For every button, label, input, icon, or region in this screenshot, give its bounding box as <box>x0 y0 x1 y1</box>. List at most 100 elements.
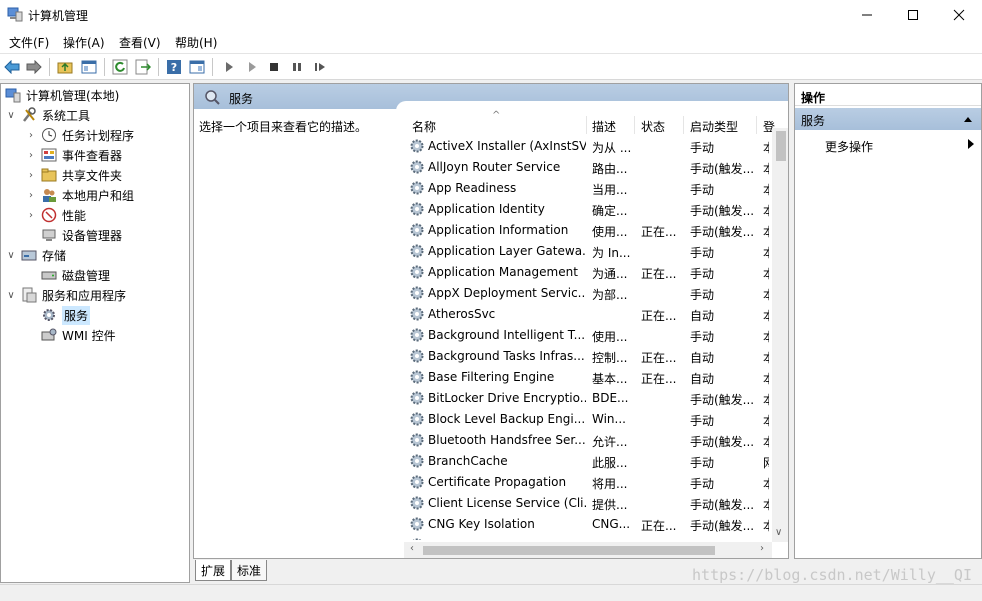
service-logon-as: 本 <box>763 328 769 345</box>
service-gear-icon <box>412 538 422 540</box>
service-row[interactable]: Client License Service (Cli... 提供... 手动(触发… <box>407 493 769 514</box>
stop-service-button[interactable] <box>265 58 283 76</box>
scroll-left-icon[interactable]: ‹ <box>410 543 414 554</box>
actions-section-services[interactable]: 服务 <box>795 108 981 130</box>
action-pane-icon <box>189 60 205 74</box>
horizontal-scroll-thumb[interactable] <box>423 546 715 555</box>
tree-item-task-scheduler[interactable]: › 任务计划程序 <box>25 125 134 145</box>
tab-standard[interactable]: 标准 <box>231 560 267 581</box>
vertical-scrollbar[interactable] <box>772 128 788 542</box>
chevron-right-icon[interactable]: › <box>25 129 37 141</box>
service-row[interactable]: Certificate Propagation 将用... 手动 本 <box>407 472 769 493</box>
chevron-down-icon[interactable]: ∨ <box>5 109 17 121</box>
service-row[interactable]: BitLocker Drive Encryptio... BDE... 手动(触发.… <box>407 388 769 409</box>
more-actions-item[interactable]: 更多操作 <box>825 138 873 155</box>
column-divider[interactable] <box>683 116 684 134</box>
menu-view[interactable]: 查看(V) <box>119 34 161 51</box>
play-icon <box>226 62 233 72</box>
menu-action[interactable]: 操作(A) <box>63 34 105 51</box>
close-button[interactable] <box>936 0 982 30</box>
tree-item-shared-folders[interactable]: › 共享文件夹 <box>25 165 122 185</box>
stop-icon <box>270 63 278 71</box>
up-level-button[interactable] <box>56 58 74 76</box>
service-name: BitLocker Drive Encryptio... <box>428 391 586 405</box>
tree-item-local-users[interactable]: › 本地用户和组 <box>25 185 134 205</box>
service-row[interactable]: Application Layer Gatewa... 为 In... 手动 本 <box>407 241 769 262</box>
service-row[interactable]: COM+ Event System 支持... 正在... 自动 本 <box>407 535 769 540</box>
service-row[interactable]: AtherosSvc 正在... 自动 本 <box>407 304 769 325</box>
start-paused-button[interactable] <box>243 58 261 76</box>
service-row[interactable]: Application Management 为通... 正在... 手动 本 <box>407 262 769 283</box>
tab-extended[interactable]: 扩展 <box>195 560 231 581</box>
help-button[interactable]: ? <box>165 58 183 76</box>
pause-service-button[interactable] <box>288 58 306 76</box>
service-description: CNG... <box>592 517 631 531</box>
menu-help[interactable]: 帮助(H) <box>175 34 217 51</box>
services-apps-icon <box>22 287 37 303</box>
scroll-right-icon[interactable]: › <box>760 543 764 554</box>
maximize-button[interactable] <box>890 0 936 30</box>
tree-item-wmi[interactable]: WMI 控件 <box>41 325 116 345</box>
tree-item-services[interactable]: 服务 <box>41 305 91 325</box>
show-hide-tree-button[interactable] <box>80 58 98 76</box>
service-row[interactable]: Bluetooth Handsfree Ser... 允许... 手动(触发... 本 <box>407 430 769 451</box>
services-pane: 服务 选择一个项目来查看它的描述。 ^ 名称 描述 状态 启动类型 登 Acti… <box>193 83 789 559</box>
service-logon-as: 本 <box>763 517 769 534</box>
chevron-right-icon[interactable]: › <box>25 189 37 201</box>
tree-item-services-apps[interactable]: ∨ 服务和应用程序 <box>5 285 126 305</box>
service-name: AllJoyn Router Service <box>428 160 561 174</box>
service-row[interactable]: Background Tasks Infras... 控制... 正在... 自动 本 <box>407 346 769 367</box>
service-row[interactable]: AppX Deployment Servic... 为部... 手动 本 <box>407 283 769 304</box>
chevron-right-icon[interactable]: › <box>25 209 37 221</box>
refresh-button[interactable] <box>111 58 129 76</box>
column-header-status[interactable]: 状态 <box>641 116 665 136</box>
chevron-down-icon[interactable]: ∨ <box>5 289 17 301</box>
forward-button[interactable] <box>25 58 43 76</box>
tree-item-performance[interactable]: › 性能 <box>25 205 86 225</box>
export-list-button[interactable] <box>134 58 152 76</box>
service-row[interactable]: Base Filtering Engine 基本... 正在... 自动 本 <box>407 367 769 388</box>
service-row[interactable]: App Readiness 当用... 手动 本 <box>407 178 769 199</box>
service-row[interactable]: Block Level Backup Engi... Win... 手动 本 <box>407 409 769 430</box>
tree-item-root[interactable]: 计算机管理(本地) <box>5 85 119 105</box>
service-row[interactable]: Application Information 使用... 正在... 手动(触发..… <box>407 220 769 241</box>
column-header-startup-type[interactable]: 启动类型 <box>690 116 738 136</box>
chevron-right-icon[interactable]: › <box>25 149 37 161</box>
toolbar-separator <box>49 58 50 76</box>
back-button[interactable] <box>3 58 21 76</box>
column-divider[interactable] <box>586 116 587 134</box>
storage-icon <box>21 250 37 261</box>
service-name: Application Identity <box>428 202 545 216</box>
menu-file[interactable]: 文件(F) <box>9 34 49 51</box>
column-divider[interactable] <box>756 116 757 134</box>
minimize-button[interactable] <box>844 0 890 30</box>
minimize-icon <box>862 14 872 16</box>
vertical-scroll-thumb[interactable] <box>776 131 786 161</box>
service-row[interactable]: AllJoyn Router Service 路由... 手动(触发... 本 <box>407 157 769 178</box>
service-row[interactable]: ActiveX Installer (AxInstSV) 为从 ... 手动 本 <box>407 136 769 157</box>
service-gear-icon <box>410 181 424 195</box>
service-row[interactable]: CNG Key Isolation CNG... 正在... 手动(触发... 本 <box>407 514 769 535</box>
service-row[interactable]: Background Intelligent T... 使用... 手动 本 <box>407 325 769 346</box>
tree-item-device-manager[interactable]: 设备管理器 <box>41 225 122 245</box>
scroll-down-icon[interactable]: ∨ <box>775 527 782 538</box>
chevron-right-icon[interactable]: › <box>25 169 37 181</box>
service-description: 为通... <box>592 267 628 281</box>
service-row[interactable]: BranchCache 此服... 手动 网 <box>407 451 769 472</box>
restart-service-button[interactable] <box>311 58 329 76</box>
tree-item-disk-management[interactable]: 磁盘管理 <box>41 265 110 285</box>
collapse-up-icon[interactable] <box>963 115 973 123</box>
column-divider[interactable] <box>634 116 635 134</box>
tree-item-storage[interactable]: ∨ 存储 <box>5 245 66 265</box>
service-description: 此服... <box>592 456 628 470</box>
show-action-pane-button[interactable] <box>188 58 206 76</box>
column-header-name[interactable]: 名称 <box>412 116 436 136</box>
chevron-down-icon[interactable]: ∨ <box>5 249 17 261</box>
tree-item-event-viewer[interactable]: › 事件查看器 <box>25 145 122 165</box>
start-service-button[interactable] <box>220 58 238 76</box>
column-header-description[interactable]: 描述 <box>592 116 616 136</box>
tree-item-system-tools[interactable]: ∨ 系统工具 <box>5 105 90 125</box>
service-gear-icon <box>410 517 424 531</box>
service-row[interactable]: Application Identity 确定... 手动(触发... 本 <box>407 199 769 220</box>
service-gear-icon <box>410 475 424 489</box>
